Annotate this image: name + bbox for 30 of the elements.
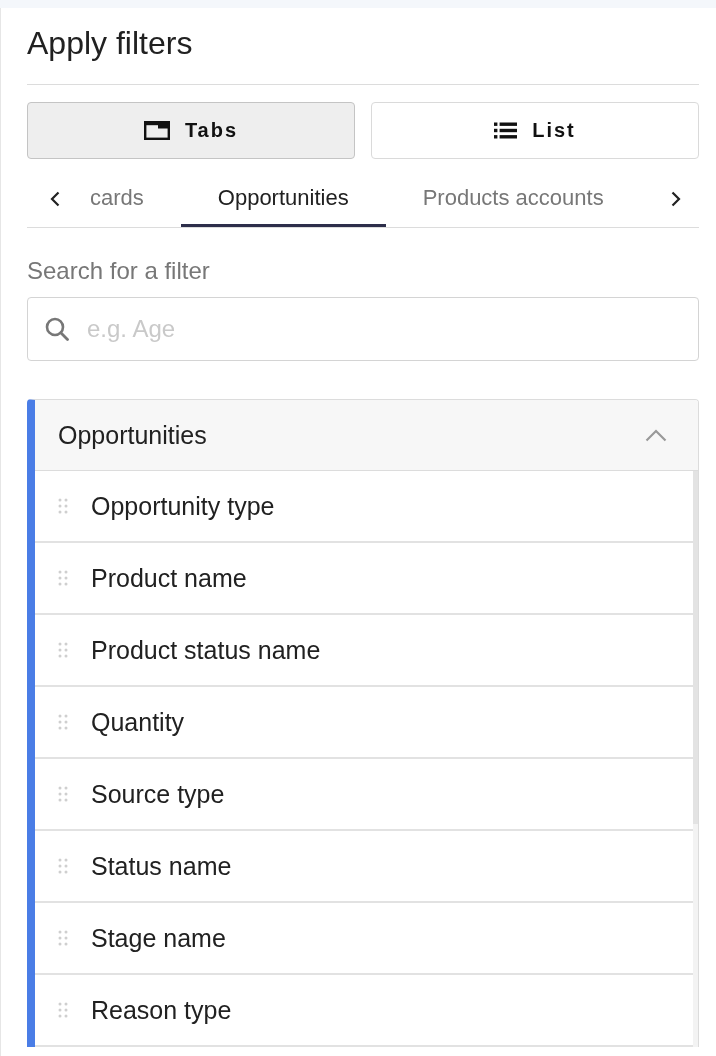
drag-handle-icon xyxy=(58,930,68,946)
accordion-header[interactable]: Opportunities xyxy=(35,400,698,471)
drag-handle-icon xyxy=(58,642,68,658)
search-label: Search for a filter xyxy=(27,257,210,285)
tab[interactable]: Products accounts xyxy=(385,171,641,227)
scrollbar-thumb[interactable] xyxy=(693,471,698,824)
drag-handle-icon xyxy=(58,714,68,730)
panel-title: Apply filters xyxy=(27,24,194,62)
view-toggle-button[interactable]: Tabs xyxy=(27,102,355,159)
chevron-right-icon[interactable] xyxy=(670,191,681,207)
drag-handle-icon xyxy=(58,1002,68,1018)
drag-handle-icon xyxy=(58,786,68,802)
search-icon xyxy=(45,317,69,341)
view-toggle-button[interactable]: List xyxy=(371,102,699,159)
chevron-left-icon[interactable] xyxy=(50,191,60,207)
drag-handle-icon xyxy=(58,570,68,586)
filter-item[interactable]: Source type xyxy=(35,759,693,831)
filter-item[interactable]: Opportunity type xyxy=(35,471,693,543)
drag-handle-icon xyxy=(58,498,68,514)
filter-item[interactable]: Status name xyxy=(35,831,693,903)
filter-item[interactable]: Product status name xyxy=(35,615,693,687)
tab[interactable]: cards xyxy=(83,171,181,227)
drag-handle-icon xyxy=(58,858,68,874)
tab[interactable]: Opportunities xyxy=(180,171,386,227)
list-icon xyxy=(494,122,518,139)
filter-item[interactable]: Product name xyxy=(35,543,693,615)
filter-item[interactable]: Reason type xyxy=(35,975,693,1047)
tab-window-icon xyxy=(143,121,170,140)
filter-item[interactable]: Quantity xyxy=(35,687,693,759)
filter-item[interactable]: Stage name xyxy=(35,903,693,975)
